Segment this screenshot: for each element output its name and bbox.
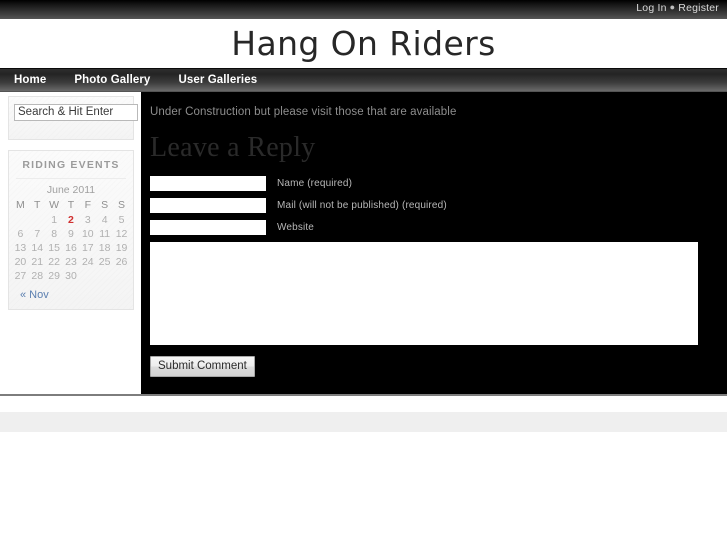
calendar-day: 17 xyxy=(81,242,94,254)
calendar-day xyxy=(29,213,46,227)
calendar-day: 13 xyxy=(14,242,27,254)
calendar-day: 11 xyxy=(99,228,111,240)
sidebar: RIDING EVENTS June 2011 M T W T F S S xyxy=(0,92,141,394)
website-field-row: Website xyxy=(150,220,713,235)
account-links: Log In ● Register xyxy=(636,2,719,14)
search-input[interactable] xyxy=(14,103,138,121)
calendar-day-header: T xyxy=(34,199,41,211)
comment-form: Name (required) Mail (will not be publis… xyxy=(150,176,713,377)
calendar-widget-title: RIDING EVENTS xyxy=(16,151,126,179)
calendar-day: 3 xyxy=(84,214,91,226)
calendar-day: 26 xyxy=(115,256,128,268)
footer-spacer-bottom xyxy=(0,432,727,545)
register-link[interactable]: Register xyxy=(678,2,719,14)
calendar-day: 22 xyxy=(48,256,60,268)
calendar-day-header: W xyxy=(49,199,60,211)
calendar-day: 10 xyxy=(81,228,94,240)
calendar-day-header: F xyxy=(84,199,91,211)
calendar-day: 18 xyxy=(98,242,111,254)
calendar-week-row: 20 21 22 23 24 25 26 xyxy=(12,255,130,269)
name-field-label: Name (required) xyxy=(277,178,353,189)
footer-spacer-top xyxy=(0,396,727,412)
nav-link-photo-gallery[interactable]: Photo Gallery xyxy=(60,69,164,92)
calendar-day xyxy=(12,213,29,227)
calendar-day xyxy=(79,269,96,283)
email-field-label: Mail (will not be published) (required) xyxy=(277,200,447,211)
calendar-week-row: 27 28 29 30 xyxy=(12,269,130,283)
nav-item-home[interactable]: Home xyxy=(0,69,60,92)
nav-item-user-galleries[interactable]: User Galleries xyxy=(164,69,271,92)
calendar-day-header: T xyxy=(67,199,75,211)
calendar-day: 4 xyxy=(101,214,108,226)
calendar-day: 30 xyxy=(65,270,77,282)
calendar-day: 20 xyxy=(14,256,27,268)
calendar-day: 1 xyxy=(51,214,58,226)
calendar-day: 28 xyxy=(31,270,44,282)
calendar-day: 15 xyxy=(48,242,60,254)
leave-a-reply-heading: Leave a Reply xyxy=(150,132,316,163)
calendar-day-header: S xyxy=(101,199,109,211)
nav-list: Home Photo Gallery User Galleries xyxy=(0,69,727,92)
calendar-day-header: S xyxy=(118,199,126,211)
calendar-day-today: 2 xyxy=(68,214,74,226)
events-calendar: June 2011 M T W T F S S 1 2 3 4 5 6 7 8 … xyxy=(12,179,130,283)
calendar-day: 25 xyxy=(98,256,111,268)
footer-band xyxy=(0,412,727,432)
calendar-body: 1 2 3 4 5 6 7 8 9 10 11 12 13 14 15 16 1… xyxy=(12,213,130,283)
name-field-row: Name (required) xyxy=(150,176,713,191)
calendar-day: 24 xyxy=(81,256,94,268)
top-utility-bar: Log In ● Register xyxy=(0,0,727,19)
comment-textarea[interactable] xyxy=(150,242,698,345)
page-wrapper: RIDING EVENTS June 2011 M T W T F S S xyxy=(0,92,727,394)
nav-link-home[interactable]: Home xyxy=(0,69,60,92)
calendar-day: 5 xyxy=(118,214,125,226)
nav-link-user-galleries[interactable]: User Galleries xyxy=(164,69,271,92)
calendar-day-header-row: M T W T F S S xyxy=(12,198,130,213)
calendar-widget: RIDING EVENTS June 2011 M T W T F S S 1 … xyxy=(8,150,134,310)
calendar-day: 27 xyxy=(14,270,27,282)
calendar-caption: June 2011 xyxy=(46,184,96,196)
search-widget xyxy=(8,96,138,140)
calendar-day: 19 xyxy=(115,242,128,254)
site-header: Hang On Riders xyxy=(0,19,727,68)
calendar-day: 23 xyxy=(65,256,77,268)
email-field-row: Mail (will not be published) (required) xyxy=(150,198,713,213)
calendar-day: 14 xyxy=(31,242,44,254)
nav-item-photo-gallery[interactable]: Photo Gallery xyxy=(60,69,164,92)
calendar-navigation: « Nov xyxy=(9,283,133,303)
calendar-day: 9 xyxy=(68,228,74,240)
website-field-label: Website xyxy=(277,222,314,233)
intro-text: Under Construction but please visit thos… xyxy=(150,106,457,118)
calendar-day: 7 xyxy=(34,228,41,240)
site-title[interactable]: Hang On Riders xyxy=(0,24,727,63)
main-content: Under Construction but please visit thos… xyxy=(141,92,727,394)
calendar-day: 16 xyxy=(65,242,77,254)
name-input[interactable] xyxy=(150,176,266,191)
email-input[interactable] xyxy=(150,198,266,213)
calendar-day: 21 xyxy=(31,256,44,268)
submit-comment-button[interactable]: Submit Comment xyxy=(150,356,255,377)
calendar-prev-month-link[interactable]: « Nov xyxy=(20,289,49,301)
main-navigation: Home Photo Gallery User Galleries xyxy=(0,68,727,92)
calendar-day: 6 xyxy=(17,228,24,240)
calendar-day-header: M xyxy=(16,199,25,211)
comment-area xyxy=(150,242,713,345)
website-input[interactable] xyxy=(150,220,266,235)
calendar-week-row: 1 2 3 4 5 xyxy=(12,213,130,227)
calendar-day xyxy=(113,269,130,283)
calendar-day: 12 xyxy=(115,228,128,240)
calendar-week-row: 6 7 8 9 10 11 12 xyxy=(12,227,130,241)
calendar-day xyxy=(96,269,113,283)
login-link[interactable]: Log In xyxy=(636,2,666,14)
calendar-day: 8 xyxy=(51,228,58,240)
calendar-day: 29 xyxy=(48,270,60,282)
calendar-week-row: 13 14 15 16 17 18 19 xyxy=(12,241,130,255)
link-separator: ● xyxy=(669,2,676,12)
